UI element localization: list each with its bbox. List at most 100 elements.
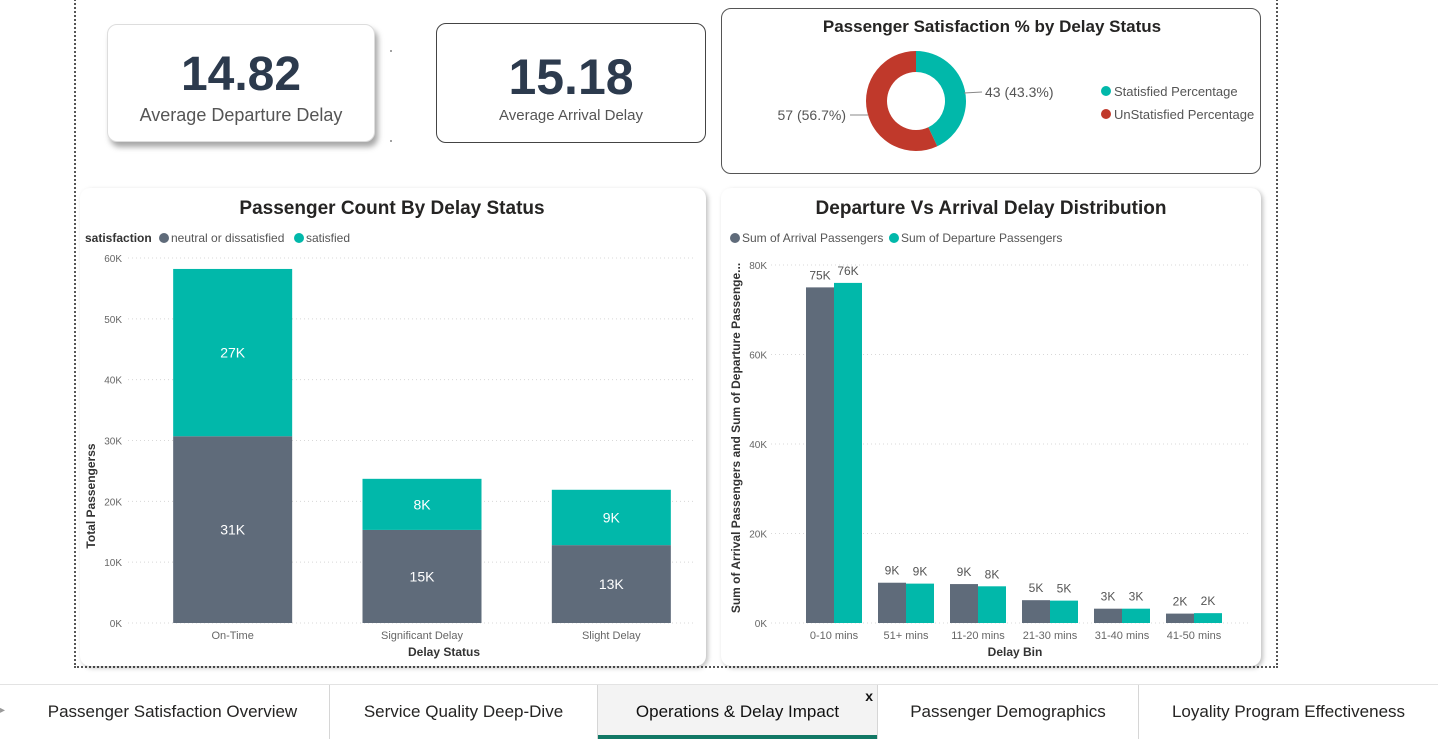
y-axis-title: Sum of Arrival Passengers and Sum of Dep… [729, 263, 743, 613]
data-label: 9K [913, 565, 928, 579]
x-tick-label: 0-10 mins [810, 630, 859, 642]
bar [1022, 600, 1050, 623]
tab-loyality-program-effectiveness[interactable]: Loyality Program Effectiveness [1139, 685, 1438, 739]
clustered-bar-chart-card[interactable]: Departure Vs Arrival Delay Distribution … [721, 188, 1261, 666]
active-tab-indicator [598, 735, 877, 739]
kpi-label: Average Departure Delay [139, 105, 343, 125]
kpi-value: 15.18 [508, 49, 634, 105]
tab-service-quality-deep-dive[interactable]: Service Quality Deep-Dive [330, 685, 598, 739]
bar [906, 583, 934, 623]
legend-dot-satisfied [1101, 86, 1111, 96]
data-label: 76K [837, 264, 858, 278]
bar [978, 586, 1006, 623]
y-tick-label: 40K [104, 376, 122, 387]
y-axis-title: Total Passengerss [84, 443, 98, 548]
donut-chart-card[interactable]: Passenger Satisfaction % by Delay Status… [721, 8, 1261, 174]
tab-passenger-satisfaction-overview[interactable]: Passenger Satisfaction Overview [16, 685, 330, 739]
legend-label-unsatisfied[interactable]: UnStatisfied Percentage [1114, 107, 1254, 122]
donut-title: Passenger Satisfaction % by Delay Status [823, 17, 1161, 36]
tab-label: Service Quality Deep-Dive [363, 702, 564, 721]
x-tick-label: On-Time [211, 630, 253, 642]
x-tick-label: Significant Delay [381, 630, 463, 642]
data-label: 8K [413, 496, 431, 512]
chart-title: Passenger Count By Delay Status [239, 198, 544, 219]
kpi-card-arrival-delay[interactable]: 15.18 Average Arrival Delay [436, 23, 706, 143]
legend-dot-arrival [730, 233, 740, 243]
data-label: 8K [985, 567, 1000, 581]
data-label: 13K [599, 576, 625, 592]
x-tick-label: 11-20 mins [951, 630, 1005, 642]
close-icon[interactable]: x [865, 688, 873, 704]
y-tick-label: 60K [104, 254, 122, 265]
page-tab-bar: ▸ Passenger Satisfaction Overview Servic… [0, 684, 1438, 740]
stacked-bar-chart: Passenger Count By Delay Status satisfac… [84, 198, 696, 659]
tab-label: Passenger Demographics [910, 702, 1106, 721]
bar [806, 287, 834, 623]
data-label: 3K [1129, 590, 1144, 604]
bar [1122, 608, 1150, 623]
legend-dot-departure [889, 233, 899, 243]
stacked-bar-chart-card[interactable]: Passenger Count By Delay Status satisfac… [80, 188, 706, 666]
x-tick-label: Slight Delay [582, 630, 641, 642]
data-label: 2K [1173, 595, 1188, 609]
legend-label-arrival[interactable]: Sum of Arrival Passengers [742, 231, 883, 245]
x-tick-label: 51+ mins [884, 630, 929, 642]
data-label: 2K [1201, 594, 1216, 608]
tab-operations-delay-impact[interactable]: Operations & Delay Impact x [598, 685, 878, 739]
y-tick-label: 30K [104, 437, 122, 448]
legend-title: satisfaction [85, 231, 152, 245]
tab-label: Operations & Delay Impact [635, 702, 840, 721]
leader-line [963, 91, 983, 94]
data-label: 31K [220, 522, 246, 538]
donut-arcs [866, 51, 966, 151]
x-tick-label: 21-30 mins [1023, 630, 1078, 642]
y-tick-label: 50K [104, 315, 122, 326]
bar [1166, 613, 1194, 623]
legend-dot-satisfied [294, 233, 304, 243]
bar [1094, 608, 1122, 623]
clustered-bar-chart: Departure Vs Arrival Delay Distribution … [729, 198, 1251, 659]
y-tick-label: 20K [749, 530, 767, 541]
bar [950, 584, 978, 623]
kpi-card-departure-delay[interactable]: 14.82 Average Departure Delay [107, 24, 375, 142]
legend-label-satisfied[interactable]: Statisfied Percentage [1114, 84, 1238, 99]
y-tick-label: 0K [110, 619, 123, 630]
bar-marks: 31K 27K On-Time 15K 8K Significant Delay 13K 9K… [173, 268, 671, 642]
bar [878, 582, 906, 623]
kpi-value: 14.82 [180, 48, 302, 101]
y-tick-label: 60K [749, 351, 767, 362]
x-axis-title: Delay Bin [988, 645, 1043, 659]
kpi-label: Average Arrival Delay [499, 107, 643, 124]
bar [834, 282, 862, 623]
y-tick-label: 10K [104, 558, 122, 569]
x-axis-title: Delay Status [408, 645, 480, 659]
tab-passenger-demographics[interactable]: Passenger Demographics [878, 685, 1139, 739]
slice-label-unsatisfied: 57 (56.7%) [778, 107, 846, 123]
y-tick-label: 0K [755, 619, 768, 630]
data-label: 9K [885, 564, 900, 578]
tab-label: Loyality Program Effectiveness [1171, 702, 1406, 721]
legend-label-dissatisfied[interactable]: neutral or dissatisfied [171, 231, 284, 245]
data-label: 75K [809, 268, 830, 282]
slice-label-satisfied: 43 (43.3%) [985, 84, 1053, 100]
data-label: 3K [1101, 590, 1116, 604]
bar-marks: 75K 76K 0-10 mins 9K 9K 51+ mins 9K 8K 11-20 min… [806, 264, 1222, 642]
legend-dot-unsatisfied [1101, 109, 1111, 119]
tab-label: Passenger Satisfaction Overview [47, 702, 298, 721]
data-label: 5K [1029, 581, 1044, 595]
y-tick-label: 20K [104, 497, 122, 508]
y-tick-label: 40K [749, 440, 767, 451]
chart-title: Departure Vs Arrival Delay Distribution [816, 198, 1167, 219]
donut-chart: Passenger Satisfaction % by Delay Status… [778, 17, 1254, 151]
data-label: 9K [603, 509, 621, 525]
legend-label-satisfied[interactable]: satisfied [306, 231, 350, 245]
x-tick-label: 31-40 mins [1095, 630, 1150, 642]
legend-label-departure[interactable]: Sum of Departure Passengers [901, 231, 1062, 245]
x-tick-label: 41-50 mins [1167, 630, 1222, 642]
scroll-left-icon[interactable]: ▸ [0, 705, 6, 719]
data-label: 9K [957, 565, 972, 579]
y-tick-label: 80K [749, 261, 767, 272]
data-label: 5K [1057, 582, 1072, 596]
data-label: 27K [220, 345, 246, 361]
bar [1194, 613, 1222, 623]
